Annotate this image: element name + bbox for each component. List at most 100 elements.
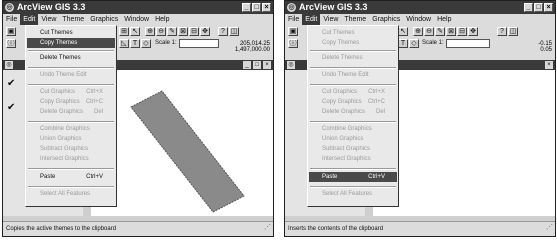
menu-separator bbox=[28, 168, 114, 170]
menu-edit[interactable]: Edit bbox=[302, 14, 321, 25]
menu-window[interactable]: Window bbox=[121, 14, 152, 25]
info-icon[interactable]: ⓘ bbox=[6, 39, 16, 48]
menu-item-cut-graphics[interactable]: Cut Graphics Ctrl+X bbox=[27, 87, 115, 97]
menu-item-delete-graphics[interactable]: Delete Graphics Del bbox=[27, 107, 115, 117]
identify-icon[interactable]: ✎ bbox=[167, 27, 177, 36]
selected-polygon-graphic[interactable] bbox=[130, 90, 245, 213]
menu-item-label: Union Graphics bbox=[322, 136, 364, 142]
menu-item-copy-themes[interactable]: Copy Themes bbox=[309, 38, 397, 48]
menu-theme[interactable]: Theme bbox=[341, 14, 369, 25]
save-icon[interactable]: ▣ bbox=[288, 27, 298, 36]
title-bar[interactable]: ◎ ArcView GIS 3.3 _ □ × bbox=[3, 1, 273, 14]
menu-item-combine-graphics[interactable]: Combine Graphics bbox=[27, 124, 115, 134]
menu-item-label: Combine Graphics bbox=[322, 126, 372, 132]
help-icon[interactable]: ? bbox=[218, 27, 228, 36]
menu-item-select-all-features[interactable]: Select All Features bbox=[309, 189, 397, 199]
menu-item-delete-themes[interactable]: Delete Themes bbox=[309, 53, 397, 63]
pan-tool-icon[interactable]: ✥ bbox=[200, 27, 210, 36]
menu-item-intersect-graphics[interactable]: Intersect Graphics bbox=[27, 154, 115, 164]
title-bar[interactable]: ◎ ArcView GIS 3.3 _ □ × bbox=[285, 1, 555, 14]
zoom-in-icon[interactable]: ⊕ bbox=[413, 27, 423, 36]
menu-file[interactable]: File bbox=[285, 14, 302, 25]
identify-icon[interactable]: ✎ bbox=[435, 27, 445, 36]
draw-tool-icon[interactable]: ◇ bbox=[141, 39, 151, 48]
menu-item-cut-themes[interactable]: Cut Themes bbox=[27, 28, 115, 38]
menu-theme[interactable]: Theme bbox=[59, 14, 87, 25]
menu-item-copy-graphics[interactable]: Copy Graphics Ctrl+C bbox=[27, 97, 115, 107]
menu-item-intersect-graphics[interactable]: Intersect Graphics bbox=[309, 154, 397, 164]
query-icon[interactable]: ◫ bbox=[229, 27, 239, 36]
close-button[interactable]: × bbox=[544, 3, 553, 12]
maximize-button[interactable]: □ bbox=[534, 3, 543, 12]
info-icon[interactable]: ⓘ bbox=[288, 39, 298, 48]
menu-view[interactable]: View bbox=[38, 14, 59, 25]
menu-bar: File Edit View Theme Graphics Window Help bbox=[285, 14, 555, 25]
menu-view[interactable]: View bbox=[320, 14, 341, 25]
menu-graphics[interactable]: Graphics bbox=[87, 14, 121, 25]
zoom-selected-icon[interactable]: ⊠ bbox=[178, 27, 188, 36]
view-close-button[interactable]: × bbox=[545, 61, 553, 69]
menu-item-copy-graphics[interactable]: Copy Graphics Ctrl+C bbox=[309, 97, 397, 107]
zoom-out-icon[interactable]: ⊖ bbox=[424, 27, 434, 36]
menu-item-union-graphics[interactable]: Union Graphics bbox=[309, 134, 397, 144]
scale-input[interactable] bbox=[446, 39, 490, 48]
text-tool-icon[interactable]: T bbox=[398, 39, 408, 48]
select-arrow-icon[interactable]: ↖ bbox=[130, 27, 140, 36]
save-icon[interactable]: ▣ bbox=[6, 27, 16, 36]
map-view[interactable] bbox=[373, 70, 555, 216]
zoom-in-icon[interactable]: ⊕ bbox=[145, 27, 155, 36]
menu-item-paste[interactable]: Paste Ctrl+V bbox=[309, 172, 397, 182]
menu-item-subtract-graphics[interactable]: Subtract Graphics bbox=[309, 144, 397, 154]
theme-checkbox-1[interactable]: ✔ bbox=[7, 78, 15, 89]
resize-grip-icon[interactable]: ⋰ bbox=[546, 221, 553, 235]
zoom-previous-icon[interactable]: ⊟ bbox=[189, 27, 199, 36]
scale-input[interactable] bbox=[179, 39, 219, 48]
menu-item-cut-themes[interactable]: Cut Themes bbox=[309, 28, 397, 38]
menu-item-delete-themes[interactable]: Delete Themes bbox=[27, 53, 115, 63]
view-maximize-button[interactable]: □ bbox=[253, 61, 261, 69]
help-icon[interactable]: ? bbox=[497, 27, 507, 36]
menu-edit[interactable]: Edit bbox=[20, 14, 39, 25]
view-close-button[interactable]: × bbox=[263, 61, 271, 69]
view-doc-icon[interactable]: ◎ bbox=[5, 61, 13, 69]
menu-window[interactable]: Window bbox=[403, 14, 434, 25]
map-view[interactable] bbox=[91, 70, 273, 216]
menu-item-subtract-graphics[interactable]: Subtract Graphics bbox=[27, 144, 115, 154]
menu-item-copy-themes[interactable]: Copy Themes bbox=[27, 38, 115, 48]
theme-checkbox-2[interactable]: ✔ bbox=[7, 102, 15, 113]
menu-item-label: Union Graphics bbox=[40, 136, 82, 142]
menu-item-paste[interactable]: Paste Ctrl+V bbox=[27, 172, 115, 182]
menu-item-union-graphics[interactable]: Union Graphics bbox=[27, 134, 115, 144]
zoom-out-icon[interactable]: ⊖ bbox=[156, 27, 166, 36]
zoom-previous-icon[interactable]: ⊟ bbox=[457, 27, 467, 36]
zoom-full-icon[interactable]: ⊞ bbox=[119, 27, 129, 36]
select-arrow-icon[interactable]: ↖ bbox=[398, 27, 408, 36]
menu-help[interactable]: Help bbox=[152, 14, 172, 25]
menu-help[interactable]: Help bbox=[434, 14, 454, 25]
resize-grip-icon[interactable]: ⋰ bbox=[264, 221, 271, 235]
minimize-button[interactable]: _ bbox=[524, 3, 533, 12]
menu-item-select-all-features[interactable]: Select All Features bbox=[27, 189, 115, 199]
menu-graphics[interactable]: Graphics bbox=[369, 14, 403, 25]
text-tool-icon[interactable]: T bbox=[130, 39, 140, 48]
menu-item-undo-theme-edit[interactable]: Undo Theme Edit bbox=[309, 70, 397, 80]
arcview-app-icon[interactable]: ◎ bbox=[5, 3, 14, 12]
menu-file[interactable]: File bbox=[3, 14, 20, 25]
scale-label: Scale 1: bbox=[155, 40, 177, 46]
view-minimize-button[interactable]: _ bbox=[243, 61, 251, 69]
menu-item-combine-graphics[interactable]: Combine Graphics bbox=[309, 124, 397, 134]
zoom-selected-icon[interactable]: ⊠ bbox=[446, 27, 456, 36]
arcview-app-icon[interactable]: ◎ bbox=[287, 3, 296, 12]
query-icon[interactable]: ◫ bbox=[508, 27, 518, 36]
view-doc-icon[interactable]: ◎ bbox=[287, 61, 295, 69]
minimize-button[interactable]: _ bbox=[242, 3, 251, 12]
draw-tool-icon[interactable]: ◇ bbox=[409, 39, 419, 48]
menu-item-delete-graphics[interactable]: Delete Graphics Del bbox=[309, 107, 397, 117]
close-button[interactable]: × bbox=[262, 3, 271, 12]
menu-item-label: Combine Graphics bbox=[40, 126, 90, 132]
menu-item-undo-theme-edit[interactable]: Undo Theme Edit bbox=[27, 70, 115, 80]
maximize-button[interactable]: □ bbox=[252, 3, 261, 12]
pan-tool-icon[interactable]: ✥ bbox=[468, 27, 478, 36]
menu-item-cut-graphics[interactable]: Cut Graphics Ctrl+X bbox=[309, 87, 397, 97]
vertex-edit-icon[interactable]: ◺ bbox=[119, 39, 129, 48]
